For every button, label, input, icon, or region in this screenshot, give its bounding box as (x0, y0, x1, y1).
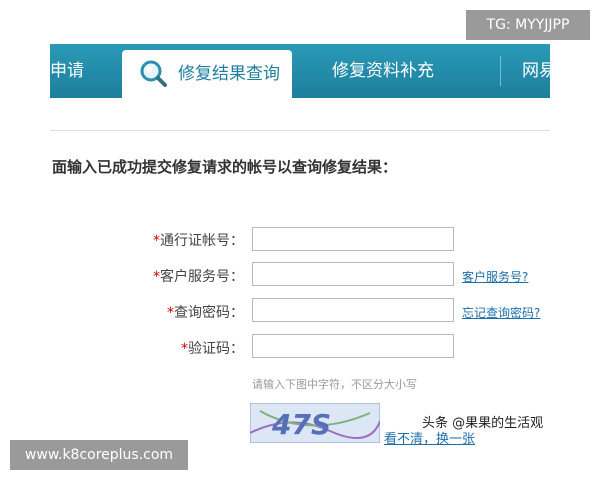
tab-separator (500, 56, 501, 86)
query-password-label: *查询密码： (140, 302, 244, 322)
forgot-password-link[interactable]: 忘记查询密码? (462, 304, 540, 321)
tab-repair-info-supplement[interactable]: 修复资料补充 (332, 44, 434, 98)
required-mark: * (153, 269, 160, 285)
magnifier-icon (140, 60, 167, 87)
captcha-text: 47S (271, 408, 331, 441)
account-input[interactable] (252, 227, 454, 251)
divider (50, 130, 550, 131)
required-mark: * (153, 233, 160, 249)
instruction-text: 面输入已成功提交修复请求的帐号以查询修复结果： (52, 158, 398, 176)
required-mark: * (181, 341, 188, 357)
query-password-label-text: 查询密码： (174, 305, 244, 321)
service-number-label-text: 客户服务号： (160, 269, 244, 285)
site-badge: www.k8coreplus.com (10, 440, 188, 470)
tg-badge: TG: MYYJJPP (466, 10, 590, 40)
captcha-label-text: 验证码： (188, 341, 244, 357)
captcha-image: 47S (250, 403, 380, 443)
service-number-help-link[interactable]: 客户服务号? (462, 268, 528, 285)
watermark: 头条 @果果的生活观 (422, 416, 544, 431)
tab-apply[interactable]: 申请 (50, 44, 84, 98)
service-number-label: *客户服务号： (140, 266, 244, 286)
account-label-text: 通行证帐号： (160, 233, 244, 249)
tab-netease[interactable]: 网易 (522, 44, 550, 98)
tab-repair-result-query[interactable]: 修复结果查询 (122, 50, 292, 98)
tab-label: 修复结果查询 (178, 64, 280, 84)
captcha-label: *验证码： (140, 338, 244, 358)
tab-bar: 申请 修复结果查询 修复资料补充 网易 (50, 44, 550, 98)
query-password-input[interactable] (252, 298, 454, 322)
captcha-hint: 请输入下图中字符，不区分大小写 (252, 378, 417, 391)
captcha-input[interactable] (252, 334, 454, 358)
account-label: *通行证帐号： (140, 230, 244, 250)
required-mark: * (167, 305, 174, 321)
service-number-input[interactable] (252, 262, 454, 286)
